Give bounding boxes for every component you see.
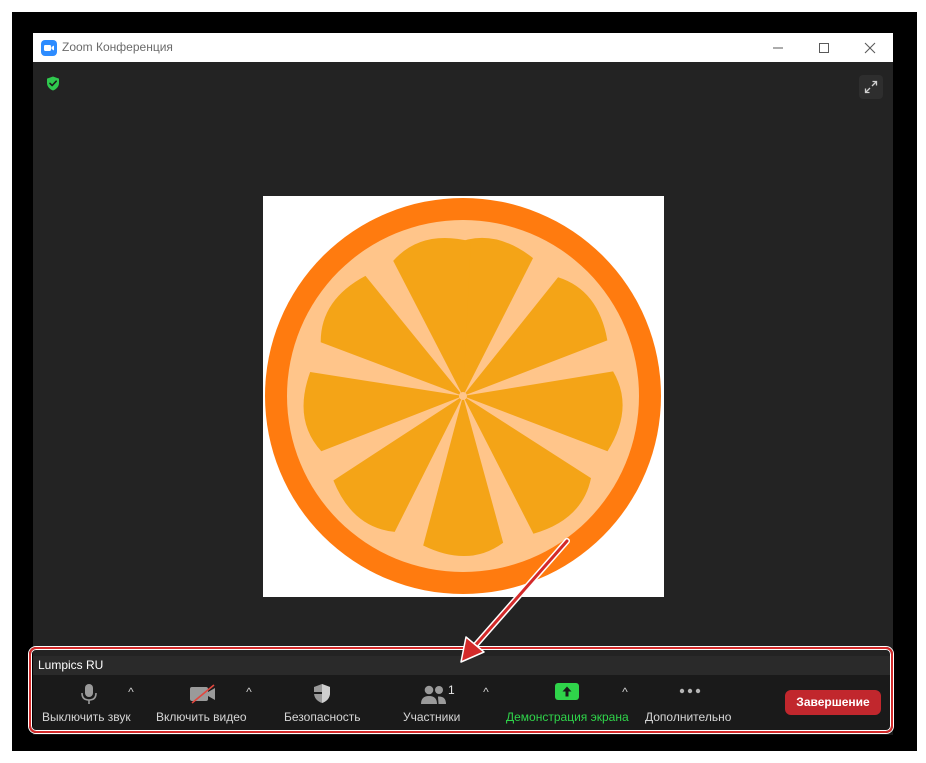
fullscreen-button[interactable] (859, 75, 883, 99)
minimize-icon (773, 47, 783, 49)
orange-slice-image (265, 198, 661, 594)
zoom-meeting-window: Zoom Конференция Lumpics RU Выключить зв… (33, 33, 893, 735)
participant-video-tile (263, 196, 664, 597)
close-button[interactable] (847, 33, 893, 62)
annotation-highlight-frame (29, 647, 893, 733)
title-bar: Zoom Конференция (33, 33, 893, 62)
expand-icon (864, 80, 878, 94)
window-title: Zoom Конференция (62, 40, 173, 54)
shield-check-icon[interactable] (46, 76, 60, 91)
maximize-button[interactable] (801, 33, 847, 62)
zoom-camera-icon (41, 40, 57, 56)
maximize-icon (819, 43, 829, 53)
close-icon (864, 42, 876, 54)
minimize-button[interactable] (755, 33, 801, 62)
